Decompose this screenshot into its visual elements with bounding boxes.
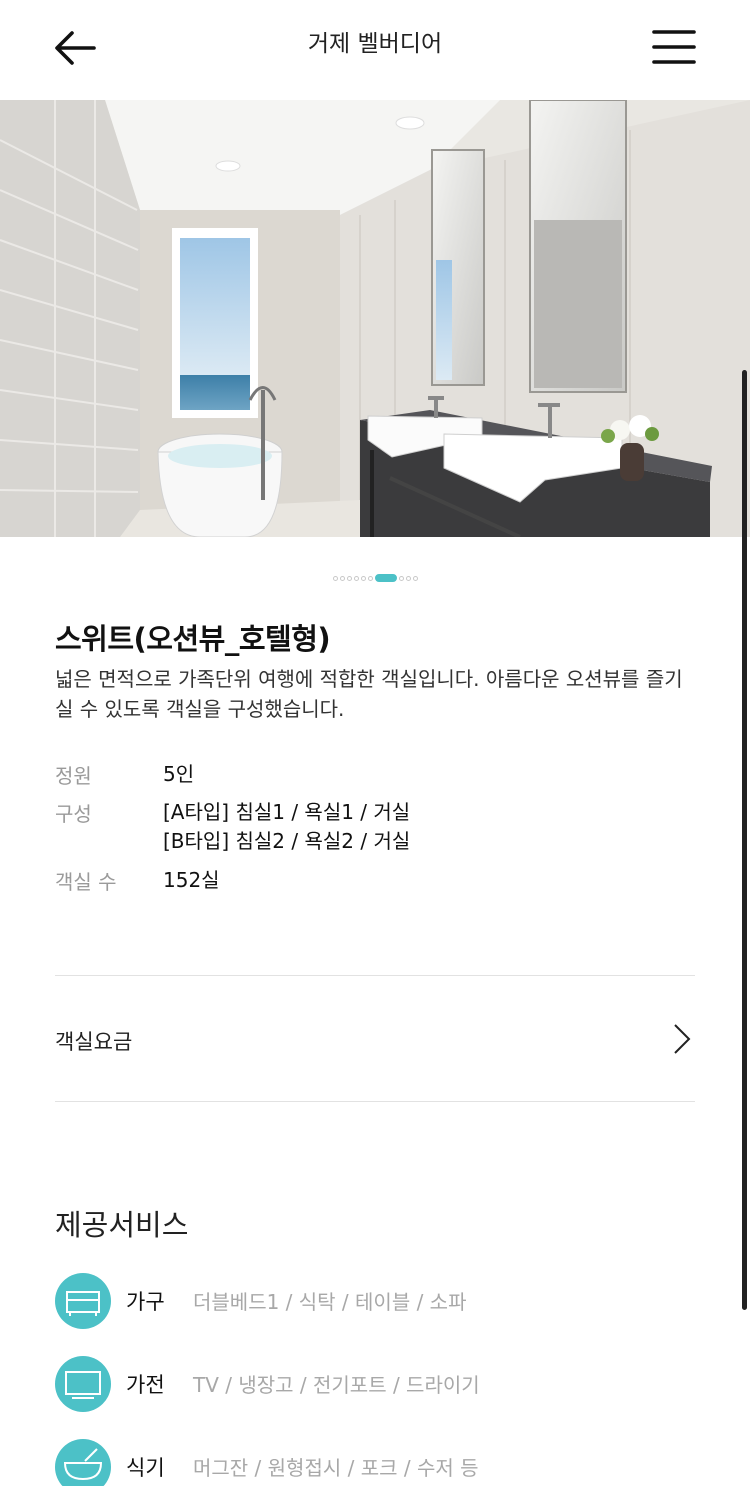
spec-label: 정원 [55, 764, 92, 788]
top-app-bar: 거제 벨버디어 [0, 0, 750, 100]
bowl-icon [55, 1439, 111, 1486]
service-item-furniture: 가구 더블베드1 / 식탁 / 테이블 / 소파 [55, 1273, 695, 1329]
tv-icon [55, 1356, 111, 1412]
carousel-dot[interactable] [360, 575, 366, 581]
service-items: TV / 냉장고 / 전기포트 / 드라이기 [193, 1373, 480, 1397]
service-name: 가구 [126, 1290, 165, 1314]
service-item-tableware: 식기 머그잔 / 원형접시 / 포크 / 수저 등 [55, 1439, 695, 1486]
page-title: 거제 벨버디어 [307, 31, 443, 57]
divider [55, 1101, 695, 1102]
carousel-dot-active[interactable] [374, 574, 397, 582]
service-items: 더블베드1 / 식탁 / 테이블 / 소파 [193, 1290, 467, 1314]
carousel-dot[interactable] [398, 575, 404, 581]
spec-value: 5인 [163, 762, 195, 786]
scrollbar[interactable] [742, 370, 747, 1310]
carousel-dot[interactable] [405, 575, 411, 581]
carousel-dot[interactable] [339, 575, 345, 581]
spec-value: [B타입] 침실2 / 욕실2 / 거실 [163, 829, 411, 853]
carousel-dot[interactable] [353, 575, 359, 581]
services-title: 제공서비스 [55, 1208, 189, 1242]
carousel-indicator[interactable] [0, 573, 750, 583]
room-photo-carousel[interactable] [0, 100, 750, 537]
bathroom-photo [0, 100, 750, 537]
carousel-dot[interactable] [412, 575, 418, 581]
carousel-dot[interactable] [367, 575, 373, 581]
room-price-link[interactable]: 객실요금 [55, 977, 695, 1101]
service-items: 머그잔 / 원형접시 / 포크 / 수저 등 [193, 1456, 479, 1480]
hamburger-menu-icon [652, 30, 696, 64]
spec-label: 구성 [55, 802, 92, 826]
carousel-dot[interactable] [346, 575, 352, 581]
room-price-label: 객실요금 [55, 1030, 133, 1054]
spec-label: 객실 수 [55, 870, 117, 894]
carousel-dot[interactable] [332, 575, 338, 581]
room-description: 넓은 면적으로 가족단위 여행에 적합한 객실입니다. 아름다운 오션뷰를 즐기… [55, 667, 683, 721]
service-item-appliances: 가전 TV / 냉장고 / 전기포트 / 드라이기 [55, 1356, 695, 1412]
divider [55, 975, 695, 976]
service-name: 식기 [126, 1456, 165, 1480]
room-title: 스위트(오션뷰_호텔형) [55, 622, 331, 656]
spec-value: [A타입] 침실1 / 욕실1 / 거실 [163, 800, 411, 824]
spec-value: 152실 [163, 868, 220, 892]
menu-button[interactable] [652, 28, 696, 66]
chevron-right-icon [674, 1024, 691, 1054]
bed-icon [55, 1273, 111, 1329]
service-name: 가전 [126, 1373, 165, 1397]
